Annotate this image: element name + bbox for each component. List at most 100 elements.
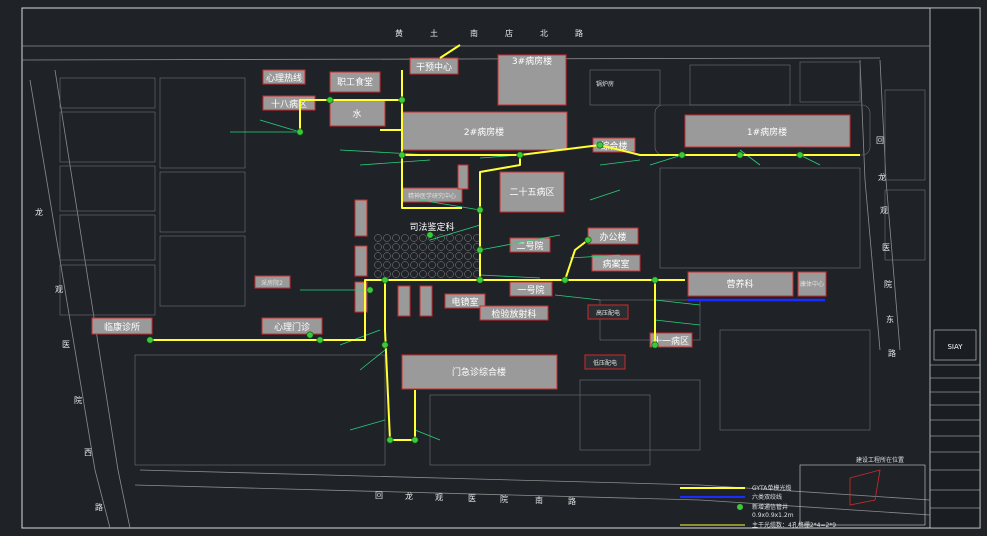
- road-label-south-6: 路: [568, 496, 576, 506]
- road-label-east-4: 院: [884, 279, 892, 289]
- road-label-west-4: 西: [84, 448, 92, 457]
- legend-fiber-label: GYTA单模光缆: [752, 484, 791, 492]
- label-psych-clinic: 心理门诊: [274, 321, 310, 333]
- node-marker-0: [296, 128, 304, 136]
- node-marker-11: [561, 276, 569, 284]
- road-label-west-2: 医: [62, 340, 70, 349]
- label-water: 水: [352, 108, 361, 120]
- label-office: 办公楼: [599, 231, 626, 243]
- location-note: 建设工程所在位置: [856, 456, 904, 464]
- road-label-south-2: 观: [435, 493, 443, 502]
- label-ward-room: 病案室: [602, 258, 629, 270]
- node-marker-14: [381, 276, 389, 284]
- tree-symbol: [455, 252, 463, 260]
- tree-symbol: [419, 270, 427, 278]
- road-label-west-0: 龙: [35, 207, 43, 217]
- road-label-east-6: 路: [888, 348, 896, 358]
- road-label-east-0: 回: [876, 136, 884, 145]
- tree-symbol: [464, 234, 472, 242]
- label-outpatient: 门急诊综合楼: [452, 366, 506, 378]
- tree-symbol: [383, 252, 391, 260]
- tree-symbol: [446, 234, 454, 242]
- tree-symbol: [383, 243, 391, 251]
- legend-node-swatch: [737, 504, 743, 510]
- tree-symbol: [401, 270, 409, 278]
- tree-symbol: [428, 252, 436, 260]
- tree-symbol: [437, 261, 445, 269]
- label-ward-2nd: 二号院: [516, 240, 543, 252]
- tree-symbol: [464, 243, 472, 251]
- tree-symbol: [410, 234, 418, 242]
- tree-symbol: [401, 243, 409, 251]
- tree-symbol: [437, 270, 445, 278]
- road-label-west-5: 路: [95, 502, 103, 512]
- node-marker-13: [476, 276, 484, 284]
- tree-symbol: [446, 252, 454, 260]
- road-labels: 黄土南店北路回龙观医院东路龙观医院西路回龙观医院南路: [35, 28, 896, 512]
- tree-symbol: [428, 243, 436, 251]
- label-ward2: 2#病房楼: [464, 126, 504, 138]
- legend-cat6-label: 六类双绞线: [752, 493, 782, 501]
- tree-symbol: [410, 261, 418, 269]
- tree-symbol: [464, 261, 472, 269]
- tree-symbol: [410, 270, 418, 278]
- tree-symbol: [410, 252, 418, 260]
- node-marker-4: [516, 151, 524, 159]
- tree-symbol: [437, 252, 445, 260]
- tree-symbol: [419, 252, 427, 260]
- tree-symbol: [446, 270, 454, 278]
- courtyard-hatch: [374, 234, 481, 278]
- road-label-north-5: 路: [575, 28, 583, 38]
- node-marker-24: [426, 231, 434, 239]
- label-intervention: 干预中心: [416, 61, 452, 73]
- label-ward1: 1#病房楼: [747, 126, 787, 138]
- tree-symbol: [392, 252, 400, 260]
- label-xinli-rehab: 心理热线: [266, 72, 302, 84]
- tree-symbol: [419, 243, 427, 251]
- road-label-north-1: 土: [430, 28, 438, 38]
- node-marker-12: [584, 236, 592, 244]
- tree-symbol: [401, 252, 409, 260]
- road-label-north-2: 南: [470, 28, 478, 38]
- label-nutrition: 营养科: [726, 278, 753, 290]
- tree-symbol: [401, 261, 409, 269]
- label-clinic: 临康诊所: [104, 321, 140, 333]
- building-small-d: [397, 285, 411, 317]
- label-lv-power: 低压配电: [593, 359, 617, 367]
- tree-symbol: [392, 261, 400, 269]
- tree-symbol: [419, 261, 427, 269]
- tree-symbol: [374, 261, 382, 269]
- tree-symbol: [464, 252, 472, 260]
- label-boiler: 锅炉房: [596, 80, 614, 88]
- node-marker-2: [398, 96, 406, 104]
- road-label-north-0: 黄: [395, 28, 403, 38]
- road-label-east-1: 龙: [878, 172, 886, 182]
- road-label-south-3: 医: [468, 494, 476, 503]
- road-label-south-4: 院: [500, 494, 508, 504]
- road-label-north-3: 店: [505, 28, 513, 38]
- tree-symbol: [383, 234, 391, 242]
- tree-symbol: [374, 243, 382, 251]
- node-marker-18: [386, 436, 394, 444]
- node-marker-7: [736, 151, 744, 159]
- tree-symbol: [446, 243, 454, 251]
- node-marker-19: [411, 436, 419, 444]
- label-judicial: 司法鉴定科: [409, 221, 454, 233]
- tree-symbol: [383, 270, 391, 278]
- road-label-east-2: 观: [880, 206, 888, 215]
- tree-symbol: [383, 261, 391, 269]
- label-ecg: 电镜室: [451, 296, 478, 308]
- legend-node-size: 0.9x0.9x1.2m: [752, 512, 794, 519]
- road-label-west-3: 院: [74, 395, 82, 405]
- title-block: [929, 7, 981, 529]
- tree-symbol: [374, 270, 382, 278]
- label-staff-canteen: 职工食堂: [337, 76, 373, 88]
- building-small-b: [354, 245, 368, 277]
- node-marker-9: [476, 206, 484, 214]
- road-label-north-4: 北: [540, 29, 548, 38]
- road-label-south-5: 南: [535, 495, 543, 505]
- building-small-a: [354, 199, 368, 237]
- label-ward-room2: 采房院2: [261, 279, 283, 287]
- tree-symbol: [437, 243, 445, 251]
- tree-symbol: [464, 270, 472, 278]
